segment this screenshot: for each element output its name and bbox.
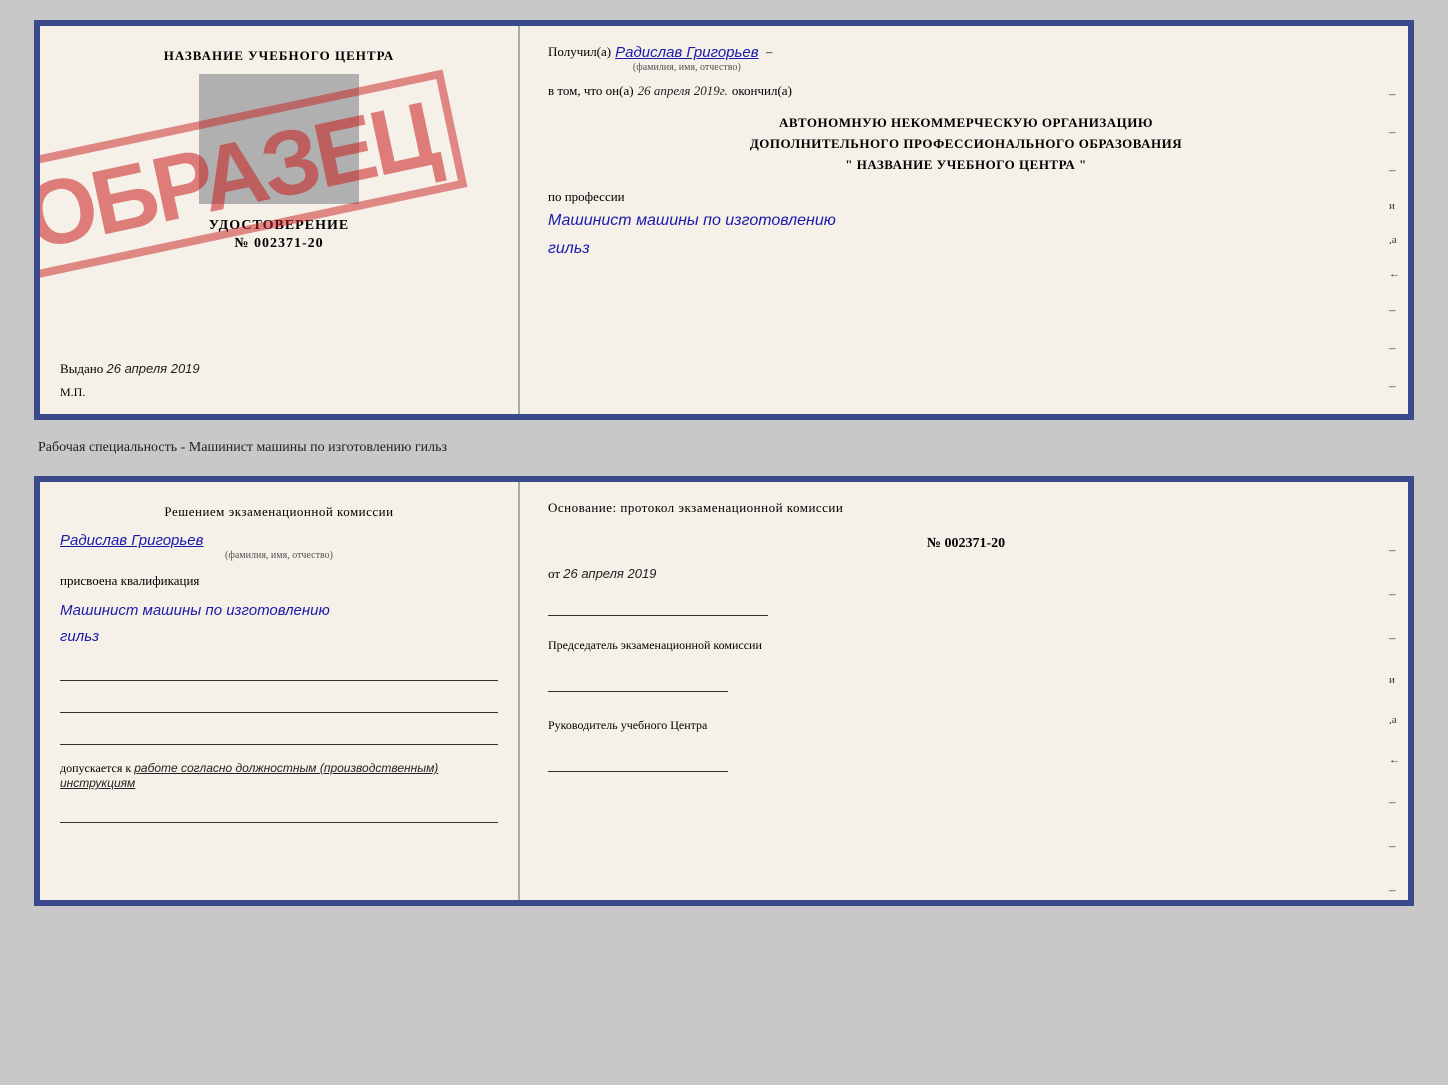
org-name: " НАЗВАНИЕ УЧЕБНОГО ЦЕНТРА " bbox=[548, 155, 1384, 176]
chairman-title: Председатель экзаменационной комиссии bbox=[548, 636, 1384, 654]
допуск-label: допускается к bbox=[60, 761, 131, 775]
org-line2: ДОПОЛНИТЕЛЬНОГО ПРОФЕССИОНАЛЬНОГО ОБРАЗО… bbox=[548, 134, 1384, 155]
org-line1: АВТОНОМНУЮ НЕКОММЕРЧЕСКУЮ ОРГАНИЗАЦИЮ bbox=[548, 113, 1384, 134]
cert-number: № 002371-20 bbox=[60, 236, 498, 252]
top-doc-left: НАЗВАНИЕ УЧЕБНОГО ЦЕНТРА УДОСТОВЕРЕНИЕ №… bbox=[40, 26, 520, 414]
head-title: Руководитель учебного Центра bbox=[548, 716, 1384, 734]
recipient-name-container: Радислав Григорьев (фамилия, имя, отчест… bbox=[615, 44, 758, 73]
photo-placeholder bbox=[199, 74, 359, 204]
top-doc-right: Получил(а) Радислав Григорьев (фамилия, … bbox=[520, 26, 1408, 414]
bottom-name-row: Радислав Григорьев (фамилия, имя, отчест… bbox=[60, 532, 498, 561]
received-label: Получил(а) bbox=[548, 44, 611, 60]
date-label: от bbox=[548, 566, 560, 581]
fio-subtitle: (фамилия, имя, отчество) bbox=[615, 62, 758, 73]
issued-label: Выдано bbox=[60, 361, 103, 376]
bottom-profession: Машинист машины по изготовлению bbox=[60, 599, 498, 623]
in-that-label: в том, что он(а) bbox=[548, 83, 634, 99]
date-underline bbox=[548, 598, 768, 616]
bottom-name: Радислав Григорьев bbox=[60, 532, 203, 549]
caption-text: Рабочая специальность - Машинист машины … bbox=[38, 440, 447, 455]
protocol-number: № 002371-20 bbox=[548, 536, 1384, 552]
bottom-profession2: гильз bbox=[60, 625, 498, 649]
bottom-doc-left: Решением экзаменационной комиссии Радисл… bbox=[40, 482, 520, 900]
protocol-date: 26 апреля 2019 bbox=[563, 566, 656, 581]
bottom-profession-block: Машинист машины по изготовлению гильз bbox=[60, 597, 498, 649]
recipient-name: Радислав Григорьев bbox=[615, 44, 758, 61]
profession-text: Машинист машины по изготовлению bbox=[548, 209, 1384, 233]
dash1: – bbox=[763, 44, 773, 60]
profession-block: по профессии Машинист машины по изготовл… bbox=[548, 189, 1384, 261]
top-document: НАЗВАНИЕ УЧЕБНОГО ЦЕНТРА УДОСТОВЕРЕНИЕ №… bbox=[34, 20, 1414, 420]
mp-label: М.П. bbox=[60, 385, 498, 400]
assigned-label: присвоена квалификация bbox=[60, 573, 498, 589]
profession-label: по профессии bbox=[548, 189, 625, 204]
cert-label: УДОСТОВЕРЕНИЕ bbox=[60, 218, 498, 234]
bottom-document: Решением экзаменационной комиссии Радисл… bbox=[34, 476, 1414, 906]
underline4 bbox=[60, 805, 498, 823]
protocol-date-row: от 26 апреля 2019 bbox=[548, 566, 1384, 582]
cert-issued: Выдано 26 апреля 2019 bbox=[60, 361, 498, 377]
completion-date: 26 апреля 2019г. bbox=[638, 83, 728, 99]
допуск-block: допускается к работе согласно должностны… bbox=[60, 761, 498, 791]
chairman-line bbox=[548, 674, 728, 692]
bottom-left-title: Решением экзаменационной комиссии bbox=[60, 504, 498, 520]
caption-row: Рабочая специальность - Машинист машины … bbox=[34, 438, 1414, 458]
profession-text2: гильз bbox=[548, 237, 1384, 261]
bottom-doc-right: Основание: протокол экзаменационной коми… bbox=[520, 482, 1408, 900]
head-line bbox=[548, 754, 728, 772]
recipient-row: Получил(а) Радислав Григорьев (фамилия, … bbox=[548, 44, 1384, 73]
underline2 bbox=[60, 695, 498, 713]
org-block: АВТОНОМНУЮ НЕКОММЕРЧЕСКУЮ ОРГАНИЗАЦИЮ ДО… bbox=[548, 113, 1384, 175]
bottom-fio-sub: (фамилия, имя, отчество) bbox=[60, 550, 498, 561]
top-left-title: НАЗВАНИЕ УЧЕБНОГО ЦЕНТРА bbox=[60, 48, 498, 64]
right-dashes: – – – и ,а ← – – – bbox=[1389, 86, 1400, 394]
underline3 bbox=[60, 727, 498, 745]
completion-row: в том, что он(а) 26 апреля 2019г. окончи… bbox=[548, 83, 1384, 99]
underline1 bbox=[60, 663, 498, 681]
basis-label: Основание: протокол экзаменационной коми… bbox=[548, 500, 1384, 516]
bottom-right-dashes: – – – и ,а ← – – – bbox=[1389, 542, 1400, 898]
issued-date: 26 апреля 2019 bbox=[107, 361, 200, 376]
completed-label: окончил(а) bbox=[732, 83, 792, 99]
